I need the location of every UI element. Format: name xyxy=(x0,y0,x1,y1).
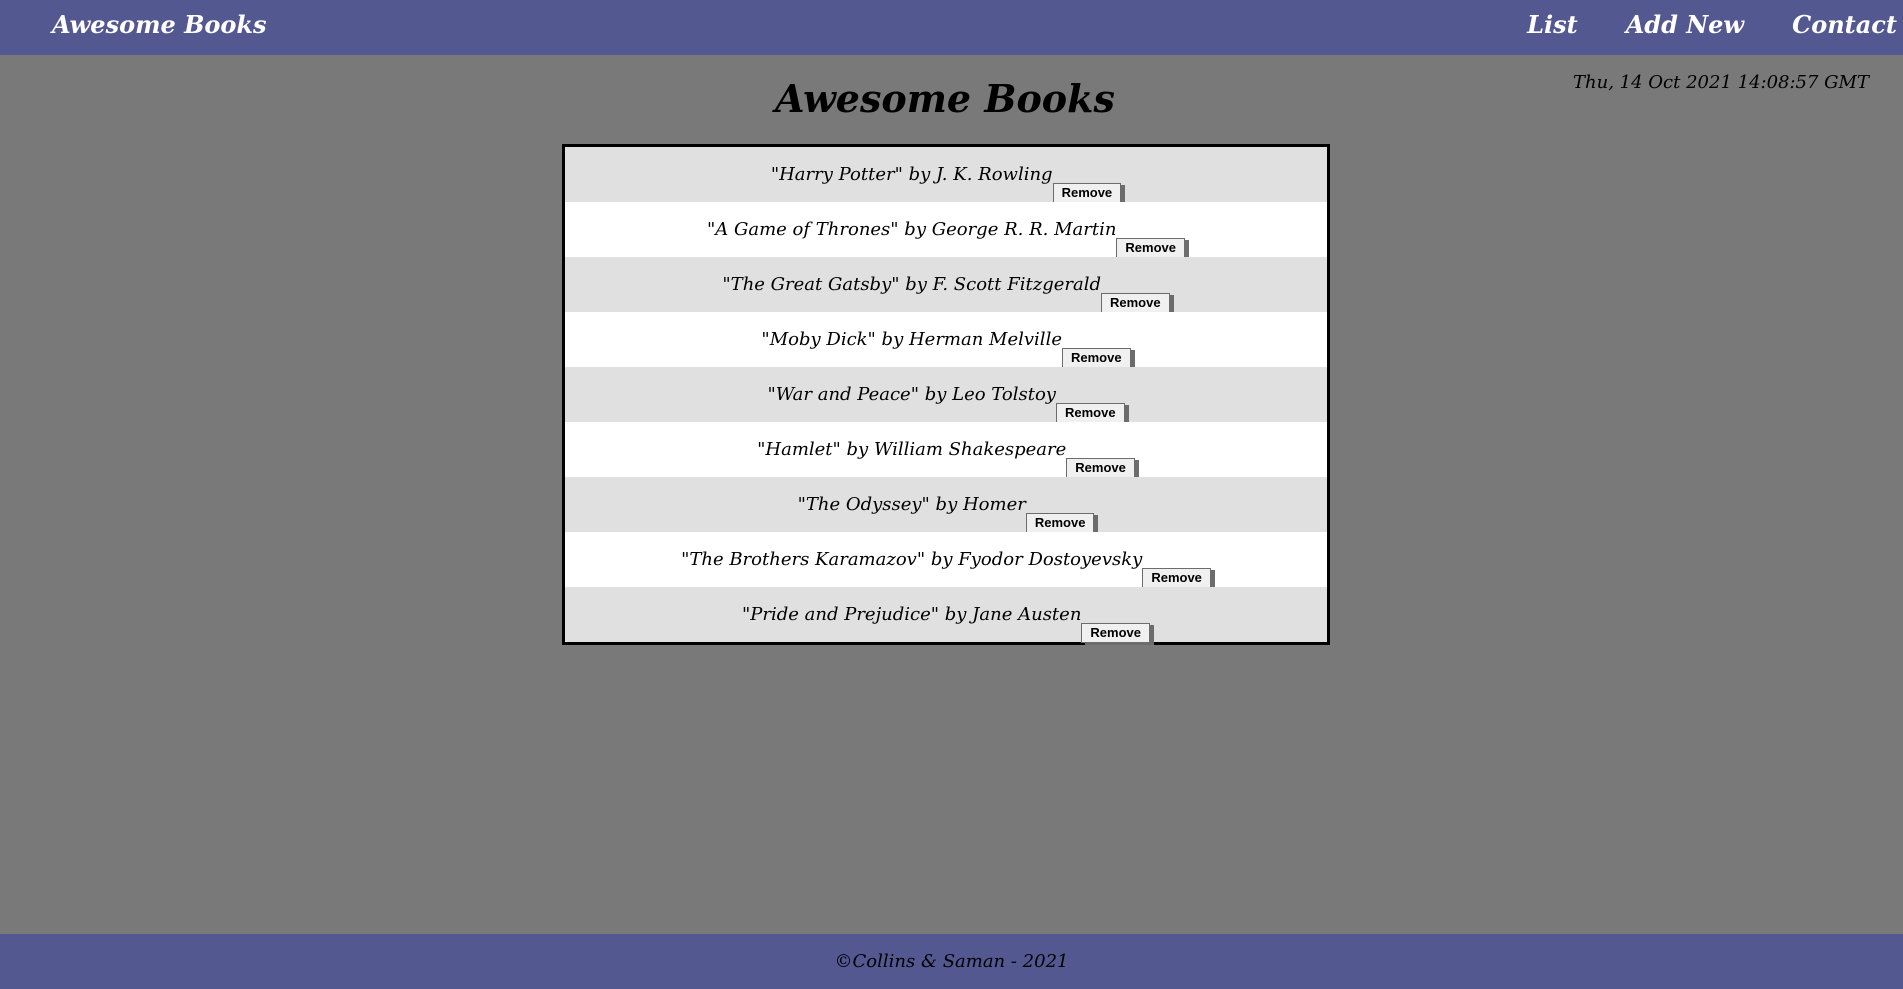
remove-button[interactable]: Remove xyxy=(1101,293,1170,313)
nav-link-contact[interactable]: Contact xyxy=(1792,10,1897,39)
book-list: "Harry Potter" by J. K. Rowling Remove "… xyxy=(562,144,1330,645)
nav-links: List Add New Contact xyxy=(1479,10,1897,39)
page-title: Awesome Books xyxy=(775,76,1115,121)
remove-button[interactable]: Remove xyxy=(1142,568,1211,588)
book-row: "War and Peace" by Leo Tolstoy Remove xyxy=(565,367,1327,423)
book-row: "Hamlet" by William Shakespeare Remove xyxy=(565,422,1327,478)
book-row: "Harry Potter" by J. K. Rowling Remove xyxy=(565,147,1327,203)
footer: ©Collins & Saman - 2021 xyxy=(0,934,1903,989)
remove-button[interactable]: Remove xyxy=(1061,348,1131,368)
remove-button[interactable]: Remove xyxy=(1052,183,1122,203)
book-row: "The Odyssey" by Homer Remove xyxy=(565,477,1327,533)
nav-link-list[interactable]: List xyxy=(1527,10,1578,39)
book-title-author: "A Game of Thrones" by George R. R. Mart… xyxy=(707,219,1117,240)
footer-copyright: ©Collins & Saman - 2021 xyxy=(834,951,1069,972)
book-row: "Pride and Prejudice" by Jane Austen Rem… xyxy=(565,587,1327,643)
remove-button[interactable]: Remove xyxy=(1055,403,1125,423)
book-title-author: "The Odyssey" by Homer xyxy=(797,494,1026,515)
navbar: Awesome Books List Add New Contact xyxy=(0,0,1903,55)
brand-link[interactable]: Awesome Books xyxy=(52,10,267,39)
book-title-author: "Hamlet" by William Shakespeare xyxy=(757,439,1067,460)
book-row: "The Great Gatsby" by F. Scott Fitzgeral… xyxy=(565,257,1327,313)
remove-button[interactable]: Remove xyxy=(1081,623,1150,643)
remove-button[interactable]: Remove xyxy=(1116,238,1185,258)
book-row: "A Game of Thrones" by George R. R. Mart… xyxy=(565,202,1327,258)
book-title-author: "The Great Gatsby" by F. Scott Fitzgeral… xyxy=(722,274,1101,295)
book-title-author: "Moby Dick" by Herman Melville xyxy=(761,329,1062,350)
book-row: "Moby Dick" by Herman Melville Remove xyxy=(565,312,1327,368)
book-title-author: "Harry Potter" by J. K. Rowling xyxy=(770,164,1053,185)
book-title-author: "Pride and Prejudice" by Jane Austen xyxy=(742,604,1082,625)
book-row: "The Brothers Karamazov" by Fyodor Dosto… xyxy=(565,532,1327,588)
remove-button[interactable]: Remove xyxy=(1066,458,1135,478)
nav-link-add-new[interactable]: Add New xyxy=(1626,10,1744,39)
remove-button[interactable]: Remove xyxy=(1025,513,1095,533)
book-title-author: "War and Peace" by Leo Tolstoy xyxy=(767,384,1056,405)
book-title-author: "The Brothers Karamazov" by Fyodor Dosto… xyxy=(681,549,1143,570)
